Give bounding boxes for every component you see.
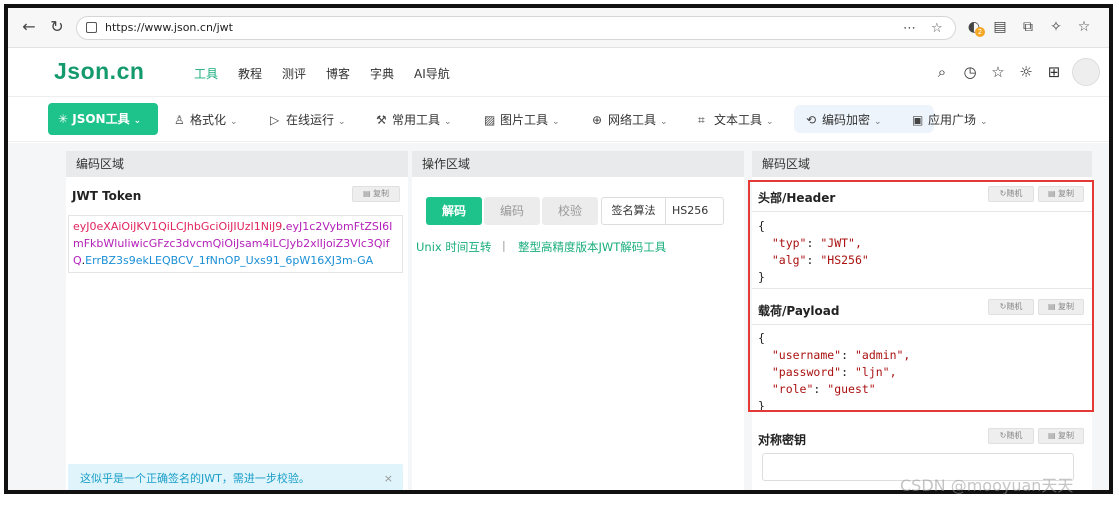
extension-badge: 2 — [975, 27, 985, 37]
text-icon: ⌗ — [698, 113, 705, 127]
more-icon[interactable]: ⋯ — [903, 21, 916, 36]
search-icon[interactable]: ⌕ — [932, 63, 952, 81]
secret-label: 对称密钥 — [758, 433, 807, 447]
extensions-icon[interactable]: ✧ — [1046, 17, 1066, 37]
chevron-down-icon: ⌄ — [980, 117, 988, 127]
token-signature: ErrBZ3s9ekLEQBCV_1fNnOP_Uxs91_6pW16XJ3m-… — [85, 254, 374, 267]
random-secret-button[interactable]: ↻随机 — [988, 428, 1034, 444]
browser-toolbar: ← ↻ https://www.json.cn/jwt ⋯ ☆ ◐ 2 ▤ ⧉ ✧… — [8, 8, 1109, 48]
chevron-down-icon: ⌄ — [230, 117, 238, 127]
brush-icon: ♙ — [174, 113, 185, 127]
app-icon: ▣ — [912, 113, 924, 127]
reader-icon[interactable]: ▤ — [990, 17, 1010, 37]
tool-common[interactable]: ⚒ 常用工具 ⌄ — [376, 111, 452, 128]
chevron-down-icon: ⌄ — [444, 117, 452, 127]
signature-alert: 这似乎是一个正确签名的JWT，需进一步校验。 × — [68, 464, 403, 490]
tool-encode[interactable]: ⟲ 编码加密 ⌄ — [806, 111, 882, 128]
play-icon: ▷ — [270, 113, 280, 127]
chevron-down-icon: ⌄ — [133, 116, 142, 126]
decode-panel-title: 解码区域 — [752, 151, 1092, 177]
nav-ai[interactable]: AI导航 — [414, 65, 450, 82]
copy-token-button[interactable]: ▤ 复制 — [352, 186, 400, 202]
globe-icon: ⊕ — [592, 113, 603, 127]
alert-close-icon[interactable]: × — [384, 464, 393, 490]
collections-icon[interactable]: ⧉ — [1018, 17, 1038, 37]
encode-panel-title: 编码区域 — [66, 151, 408, 177]
unix-time-link[interactable]: Unix 时间互转 — [416, 239, 491, 255]
tool-format[interactable]: ♙ 格式化 ⌄ — [174, 111, 238, 128]
star-icon[interactable]: ☆ — [931, 21, 943, 36]
operate-panel-title: 操作区域 — [412, 151, 744, 177]
copy-token-label: 复制 — [373, 189, 390, 198]
tool-text-label: 文本工具 — [714, 113, 763, 127]
tool-network-label: 网络工具 — [608, 113, 657, 127]
tool-apps[interactable]: ▣ 应用广场 ⌄ — [912, 111, 988, 128]
url-text: https://www.json.cn/jwt — [105, 21, 233, 34]
lock-icon — [86, 22, 97, 33]
json-tools-label: JSON工具 — [72, 112, 130, 126]
jwt-token-label: JWT Token — [72, 189, 142, 203]
tool-run[interactable]: ▷ 在线运行 ⌄ — [270, 111, 346, 128]
site-logo[interactable]: Json.cn — [54, 58, 144, 85]
theme-icon[interactable]: ☼ — [1016, 63, 1036, 81]
tool-image[interactable]: ▨ 图片工具 ⌄ — [484, 111, 560, 128]
copy-secret-button[interactable]: ▤ 复制 — [1038, 428, 1084, 444]
bigint-jwt-link[interactable]: 整型高精度版本JWT解码工具 — [518, 239, 666, 255]
verify-button[interactable]: 校验 — [542, 197, 598, 225]
tool-text[interactable]: ⌗ 文本工具 ⌄ — [698, 111, 774, 128]
nav-blog[interactable]: 博客 — [326, 65, 350, 82]
link-separator: | — [502, 239, 506, 252]
algorithm-value: HS256 — [672, 204, 709, 217]
favorites-icon[interactable]: ☆ — [1074, 17, 1094, 37]
watermark: CSDN @mooyuan天天 — [900, 476, 1074, 495]
signature-alert-text: 这似乎是一个正确签名的JWT，需进一步校验。 — [80, 472, 310, 485]
copy-secret-label: 复制 — [1058, 431, 1075, 440]
chevron-down-icon: ⌄ — [338, 117, 346, 127]
chevron-down-icon: ⌄ — [660, 117, 668, 127]
decode-button[interactable]: 解码 — [426, 197, 482, 225]
encode-button[interactable]: 编码 — [484, 197, 540, 225]
jwt-token-input[interactable]: eyJ0eXAiOiJKV1QiLCJhbGciOiJIUzI1NiJ9.eyJ… — [68, 215, 403, 273]
tool-image-label: 图片工具 — [500, 113, 549, 127]
avatar[interactable] — [1072, 58, 1100, 86]
algorithm-select[interactable]: 签名算法 HS256 — [601, 197, 724, 225]
sparkle-icon: ✳ — [58, 112, 73, 126]
refresh-icon: ⟲ — [806, 113, 817, 127]
tool-format-label: 格式化 — [190, 113, 227, 127]
chevron-down-icon: ⌄ — [874, 117, 882, 127]
chevron-down-icon: ⌄ — [766, 117, 774, 127]
tool-categories: ✳ JSON工具 ⌄ ♙ 格式化 ⌄ ▷ 在线运行 ⌄ ⚒ 常用工具 ⌄ ▨ 图片工具 ⌄ ⊕ 网络… — [8, 96, 1109, 142]
wrench-icon: ⚒ — [376, 113, 387, 127]
tool-common-label: 常用工具 — [392, 113, 441, 127]
tool-run-label: 在线运行 — [286, 113, 335, 127]
tool-apps-label: 应用广场 — [928, 113, 977, 127]
copy-icon: ▤ — [362, 189, 374, 198]
favorite-icon[interactable]: ☆ — [988, 63, 1008, 81]
qrcode-icon[interactable]: ⊞ — [1044, 63, 1064, 81]
nav-tutorials[interactable]: 教程 — [238, 65, 262, 82]
algorithm-label: 签名算法 — [602, 198, 666, 224]
chevron-down-icon: ⌄ — [552, 117, 560, 127]
tool-network[interactable]: ⊕ 网络工具 ⌄ — [592, 111, 668, 128]
reload-icon[interactable]: ↻ — [46, 16, 68, 38]
nav-tools[interactable]: 工具 — [194, 65, 218, 82]
image-icon: ▨ — [484, 113, 496, 127]
history-icon[interactable]: ◷ — [960, 63, 980, 81]
highlight-box — [748, 180, 1094, 412]
nav-dictionary[interactable]: 字典 — [370, 65, 394, 82]
random-secret-label: 随机 — [1006, 431, 1023, 440]
token-header: eyJ0eXAiOiJKV1QiLCJhbGciOiJIUzI1NiJ9 — [73, 220, 283, 233]
json-tools-button[interactable]: ✳ JSON工具 ⌄ — [48, 103, 158, 135]
site-header: Json.cn 工具 教程 测评 博客 字典 AI导航 ⌕ ◷ ☆ ☼ ⊞ — [8, 48, 1109, 96]
address-bar[interactable]: https://www.json.cn/jwt ⋯ ☆ — [76, 16, 956, 40]
back-icon[interactable]: ← — [18, 16, 40, 38]
tool-encode-label: 编码加密 — [822, 113, 871, 127]
nav-reviews[interactable]: 测评 — [282, 65, 306, 82]
screenshot-frame: ← ↻ https://www.json.cn/jwt ⋯ ☆ ◐ 2 ▤ ⧉ ✧… — [4, 4, 1113, 494]
extension-icon[interactable]: ◐ 2 — [964, 17, 985, 37]
copy-icon: ▤ — [1047, 431, 1059, 440]
